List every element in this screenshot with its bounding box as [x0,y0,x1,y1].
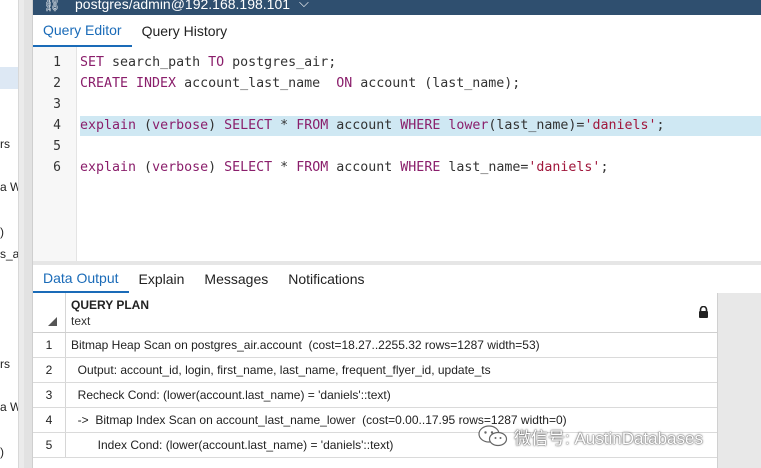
sql-text: * [272,160,297,175]
wechat-icon [478,425,508,447]
tab-explain[interactable]: Explain [129,265,195,293]
watermark-text: 微信号: AustinDatabases [514,428,703,448]
sql-text: ( [136,118,153,133]
row-number[interactable]: 3 [33,383,66,407]
sql-text: ( [136,160,153,175]
row-number[interactable]: 2 [33,358,66,382]
tree-fragment[interactable]: rs [0,357,10,371]
sql-text: postgres_air; [224,55,337,70]
sql-text: search_path [104,55,209,70]
sort-indicator-icon [48,317,57,326]
column-header-type: text [71,314,91,328]
sql-keyword: verbose [152,118,209,133]
sql-text: last_name= [440,160,529,175]
sql-keyword: WHERE [400,118,441,133]
selected-tree-node[interactable] [0,67,18,89]
sql-text: account (last_name); [352,76,521,91]
sql-keyword: verbose [152,160,209,175]
tree-fragment[interactable]: ) [0,445,4,459]
select-all-corner[interactable] [33,293,66,332]
tab-messages[interactable]: Messages [194,265,278,293]
line-number: 4 [53,118,61,133]
sql-keyword: explain [80,118,137,133]
connection-status-icon: ⛓ [43,0,61,12]
connection-bar[interactable]: ⛓ postgres/admin@192.168.198.101 ⌵ [33,0,761,15]
table-cell[interactable]: Bitmap Heap Scan on postgres_air.account… [71,333,711,357]
sql-text: ; [600,160,609,175]
column-header-name[interactable]: QUERY PLAN [71,298,149,312]
line-number: 1 [53,55,61,70]
line-number: 2 [53,76,61,91]
sql-keyword: FROM [296,118,329,133]
sql-keyword: SET [80,55,105,70]
object-browser-tree[interactable]: rs a W ) s_ai rs a W ) [0,0,24,468]
code-line[interactable]: explain (verbose) SELECT * FROM account … [80,158,761,178]
connection-title[interactable]: postgres/admin@192.168.198.101 [75,0,290,12]
sql-text: * [272,118,297,133]
row-number[interactable]: 4 [33,408,66,432]
tab-query-editor[interactable]: Query Editor [33,15,132,47]
tab-query-history[interactable]: Query History [132,15,238,47]
sql-keyword: lower [448,118,489,133]
query-tool: ⛓ postgres/admin@192.168.198.101 ⌵ Query… [33,0,761,468]
sql-keyword: ON [336,76,353,91]
code-line[interactable]: SET search_path TO postgres_air; [80,53,761,73]
sql-string: 'daniels' [528,160,601,175]
lock-icon [699,306,708,318]
table-cell[interactable]: Output: account_id, login, first_name, l… [71,358,711,382]
code-line[interactable]: explain (verbose) SELECT * FROM account … [80,116,761,136]
tab-notifications[interactable]: Notifications [278,265,374,293]
sql-keyword: explain [80,160,137,175]
table-row[interactable]: 2 Output: account_id, login, first_name,… [33,358,717,383]
sql-text: account [328,160,401,175]
sql-keyword: FROM [296,160,329,175]
row-number[interactable]: 1 [33,333,66,357]
sql-keyword: WHERE [400,160,441,175]
sql-text: (last_name)= [488,118,585,133]
panel-splitter[interactable] [24,0,33,468]
output-tabs: Data Output Explain Messages Notificatio… [33,265,761,294]
sql-string: 'daniels' [584,118,657,133]
watermark: 微信号: AustinDatabases [478,423,703,449]
grid-header: QUERY PLAN text [33,293,717,333]
row-number[interactable]: 5 [33,433,66,457]
sql-text: ; [656,118,665,133]
table-row[interactable]: 3 Recheck Cond: (lower(account.last_name… [33,383,717,408]
sql-text: account_last_name [176,76,337,91]
sql-keyword: TO [208,55,225,70]
table-row[interactable]: 1 Bitmap Heap Scan on postgres_air.accou… [33,333,717,358]
sql-keyword: SELECT [224,118,273,133]
editor-tabs: Query Editor Query History [33,15,761,48]
sql-text: account [328,118,401,133]
tab-data-output[interactable]: Data Output [33,265,129,293]
line-number-gutter: 1 2 3 4 5 6 [33,47,77,261]
sql-keyword: CREATE INDEX [80,76,177,91]
sql-text: ) [208,160,225,175]
table-cell[interactable]: Recheck Cond: (lower(account.last_name) … [71,383,711,407]
tree-fragment[interactable]: rs [0,137,10,151]
code-line[interactable] [80,95,761,115]
line-number: 5 [53,139,61,154]
line-number: 3 [53,97,61,112]
chevron-down-icon[interactable]: ⌵ [299,0,309,11]
sql-keyword: SELECT [224,160,273,175]
tree-fragment[interactable]: ) [0,225,4,239]
sql-editor[interactable]: 1 2 3 4 5 6 SET search_path TO postgres_… [33,47,761,261]
line-number: 6 [53,160,61,175]
code-line[interactable]: CREATE INDEX account_last_name ON accoun… [80,74,761,94]
sql-text: ) [208,118,225,133]
code-line[interactable] [80,137,761,157]
